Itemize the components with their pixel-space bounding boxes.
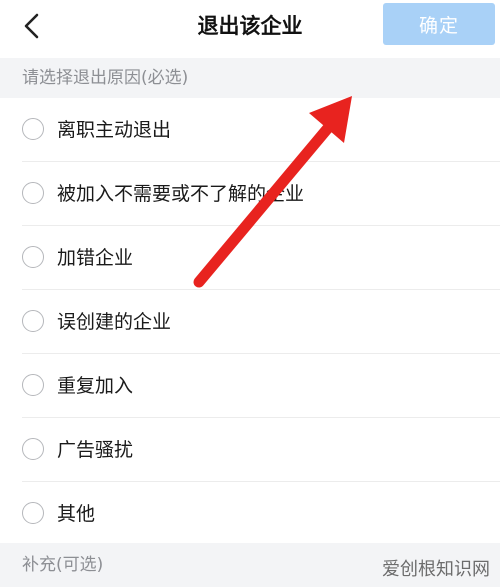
option-label: 误创建的企业	[57, 311, 172, 333]
option-label: 离职主动退出	[57, 119, 172, 141]
reason-options-list: 离职主动退出 被加入不需要或不了解的企业 加错企业 误创建的企业 重复加入 广告…	[0, 98, 500, 546]
option-ad-harassment[interactable]: 广告骚扰	[0, 418, 500, 482]
confirm-button[interactable]: 确定	[383, 3, 495, 45]
option-label: 广告骚扰	[57, 439, 134, 461]
option-label: 加错企业	[57, 247, 134, 269]
radio-button[interactable]	[22, 374, 44, 396]
option-wrong-company[interactable]: 加错企业	[0, 226, 500, 290]
option-label: 被加入不需要或不了解的企业	[57, 183, 305, 205]
option-unwanted-company[interactable]: 被加入不需要或不了解的企业	[0, 162, 500, 226]
radio-button[interactable]	[22, 118, 44, 140]
radio-button[interactable]	[22, 310, 44, 332]
watermark: 爱创根知识网	[382, 559, 490, 580]
radio-button[interactable]	[22, 246, 44, 268]
radio-button[interactable]	[22, 438, 44, 460]
option-label: 其他	[57, 503, 96, 525]
option-duplicate-join[interactable]: 重复加入	[0, 354, 500, 418]
option-other[interactable]: 其他	[0, 482, 500, 546]
option-label: 重复加入	[57, 375, 134, 397]
option-mistaken-creation[interactable]: 误创建的企业	[0, 290, 500, 354]
option-resign[interactable]: 离职主动退出	[0, 98, 500, 162]
navbar: 退出该企业 确定	[0, 0, 500, 52]
reason-section-header: 请选择退出原因(必选)	[0, 58, 500, 98]
radio-button[interactable]	[22, 182, 44, 204]
radio-button[interactable]	[22, 502, 44, 524]
